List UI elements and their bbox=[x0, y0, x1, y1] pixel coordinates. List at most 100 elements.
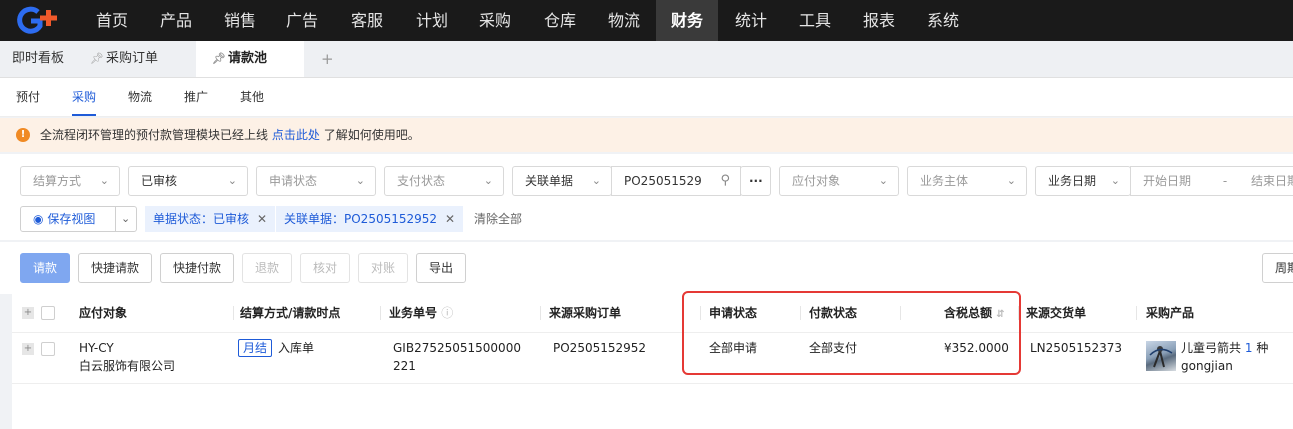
select-placeholder: 申请状态 bbox=[269, 174, 318, 188]
related-doc-type-select[interactable]: 关联单据 ⌄ bbox=[512, 166, 612, 196]
related-doc-input[interactable]: PO25051529 ⚲ bbox=[611, 166, 741, 196]
select-placeholder: 业务主体 bbox=[920, 174, 969, 188]
notice-text-before: 全流程闭环管理的预付款管理模块已经上线 bbox=[40, 128, 269, 142]
apply-status-select[interactable]: 申请状态 ⌄ bbox=[256, 166, 376, 196]
nav-item-home[interactable]: 首页 bbox=[82, 0, 142, 41]
settle-cell: 月结 入库单 bbox=[238, 339, 314, 357]
close-icon[interactable]: ✕ bbox=[445, 212, 455, 226]
more-options-button[interactable]: ··· bbox=[740, 166, 771, 196]
request-button[interactable]: 请款 bbox=[20, 253, 70, 283]
header-product[interactable]: 采购产品 bbox=[1146, 294, 1194, 332]
divider bbox=[540, 306, 541, 320]
table-row[interactable]: + HY-CY 白云服饰有限公司 月结 入库单 GIB27525051500000… bbox=[12, 333, 1293, 384]
nav-item-warehouse[interactable]: 仓库 bbox=[530, 0, 590, 41]
tab-purchase-orders[interactable]: 📌︎ 采购订单 bbox=[90, 41, 158, 77]
nav-item-service[interactable]: 客服 bbox=[337, 0, 397, 41]
nav-item-finance[interactable]: 财务 bbox=[656, 0, 718, 41]
header-settle[interactable]: 结算方式/请款时点 bbox=[240, 294, 340, 332]
chevron-down-icon[interactable]: ⌄ bbox=[121, 207, 130, 231]
search-icon[interactable]: ⚲ bbox=[720, 167, 730, 195]
biz-no-line: 221 bbox=[393, 359, 416, 373]
close-icon[interactable]: ✕ bbox=[257, 212, 267, 226]
top-nav: 首页 产品 销售 广告 客服 计划 采购 仓库 物流 财务 统计 工具 报表 系… bbox=[0, 0, 1293, 41]
chevron-down-icon: ⌄ bbox=[1006, 174, 1016, 187]
quick-pay-button[interactable]: 快捷付款 bbox=[160, 253, 234, 283]
start-date[interactable]: 开始日期 bbox=[1143, 174, 1191, 188]
subtab-other[interactable]: 其他 bbox=[240, 78, 264, 116]
verify-button[interactable]: 核对 bbox=[300, 253, 350, 283]
subtab-logistics[interactable]: 物流 bbox=[128, 78, 152, 116]
notice-link[interactable]: 点击此处 bbox=[272, 128, 320, 142]
entity-select[interactable]: 业务主体 ⌄ bbox=[907, 166, 1027, 196]
header-payee[interactable]: 应付对象 bbox=[79, 294, 127, 332]
tab-payment-pool[interactable]: 📌︎ 请款池 bbox=[196, 41, 304, 77]
nav-item-reports[interactable]: 报表 bbox=[849, 0, 909, 41]
nav-item-system[interactable]: 系统 bbox=[913, 0, 973, 41]
nav-item-stats[interactable]: 统计 bbox=[721, 0, 781, 41]
nav-item-sales[interactable]: 销售 bbox=[210, 0, 270, 41]
chevron-down-icon: ⌄ bbox=[591, 174, 601, 187]
subtab-promotion[interactable]: 推广 bbox=[184, 78, 208, 116]
divider bbox=[233, 306, 234, 320]
warning-icon: ! bbox=[16, 128, 30, 142]
highlight-box bbox=[682, 291, 1021, 375]
date-type-select[interactable]: 业务日期 ⌄ bbox=[1035, 166, 1131, 196]
pin-icon[interactable]: 📌︎ bbox=[212, 41, 226, 77]
audit-status-select[interactable]: 已审核 ⌄ bbox=[128, 166, 248, 196]
product-sku: gongjian bbox=[1181, 359, 1233, 373]
product-count-link[interactable]: 1 bbox=[1245, 341, 1253, 355]
product-unit: 种 bbox=[1256, 341, 1269, 355]
date-separator: - bbox=[1222, 174, 1228, 188]
filter-panel: 结算方式 ⌄ 已审核 ⌄ 申请状态 ⌄ 支付状态 ⌄ 关联单据 ⌄ PO25051529 ⚲… bbox=[0, 154, 1293, 240]
product-thumbnail[interactable] bbox=[1146, 341, 1176, 371]
biz-no-line: GIB27525051500000 bbox=[393, 341, 521, 355]
reconcile-button[interactable]: 对账 bbox=[358, 253, 408, 283]
pay-status-select[interactable]: 支付状态 ⌄ bbox=[384, 166, 504, 196]
nav-item-ads[interactable]: 广告 bbox=[272, 0, 332, 41]
save-view-group: ◉ 保存视图 ⌄ bbox=[20, 206, 137, 232]
settle-badge: 月结 bbox=[238, 339, 273, 357]
src-delivery-link[interactable]: LN2505152373 bbox=[1030, 339, 1122, 357]
select-value: 业务日期 bbox=[1048, 174, 1097, 188]
help-icon[interactable]: ⓘ bbox=[441, 306, 453, 320]
product-cell: 儿童弓箭共 1 种 gongjian bbox=[1181, 339, 1268, 375]
more-icon: ··· bbox=[749, 174, 763, 188]
biz-no-link[interactable]: GIB27525051500000 221 bbox=[393, 339, 521, 375]
nav-item-logistics[interactable]: 物流 bbox=[594, 0, 654, 41]
nav-item-tools[interactable]: 工具 bbox=[785, 0, 845, 41]
src-po-link[interactable]: PO2505152952 bbox=[553, 339, 646, 357]
filter-tag-related: 关联单据：PO2505152952 ✕ bbox=[276, 206, 464, 232]
select-all-checkbox[interactable] bbox=[41, 306, 55, 320]
subtab-prepay[interactable]: 预付 bbox=[16, 78, 40, 116]
payee-cell: HY-CY 白云服饰有限公司 bbox=[79, 339, 175, 375]
refund-button[interactable]: 退款 bbox=[242, 253, 292, 283]
end-date[interactable]: 结束日期 bbox=[1251, 174, 1293, 188]
export-button[interactable]: 导出 bbox=[416, 253, 466, 283]
notice-text-after: 了解如何使用吧。 bbox=[323, 128, 420, 142]
header-src-delivery[interactable]: 来源交货单 bbox=[1026, 294, 1086, 332]
save-view-button[interactable]: ◉ 保存视图 bbox=[33, 207, 95, 231]
select-placeholder: 结算方式 bbox=[33, 174, 82, 188]
nav-item-plan[interactable]: 计划 bbox=[402, 0, 462, 41]
subtab-purchase[interactable]: 采购 bbox=[72, 78, 97, 116]
divider bbox=[115, 207, 116, 231]
row-checkbox[interactable] bbox=[41, 342, 55, 356]
table-header: + 应付对象 结算方式/请款时点 业务单号 ⓘ 来源采购订单 申请状态 付款状态… bbox=[12, 294, 1293, 333]
pin-icon[interactable]: 📌︎ bbox=[90, 41, 104, 77]
expand-all-icon[interactable]: + bbox=[22, 307, 34, 319]
header-biz-no[interactable]: 业务单号 ⓘ bbox=[389, 294, 453, 332]
date-range-picker[interactable]: 开始日期 - 结束日期 bbox=[1130, 166, 1293, 196]
settlement-select[interactable]: 结算方式 ⌄ bbox=[20, 166, 120, 196]
nav-item-product[interactable]: 产品 bbox=[146, 0, 206, 41]
expand-row-icon[interactable]: + bbox=[22, 343, 34, 355]
payee-select[interactable]: 应付对象 ⌄ bbox=[779, 166, 899, 196]
nav-item-purchase[interactable]: 采购 bbox=[465, 0, 525, 41]
app-logo[interactable] bbox=[16, 6, 64, 36]
tab-dashboard[interactable]: 即时看板 bbox=[12, 41, 64, 77]
payee-code: HY-CY bbox=[79, 341, 114, 355]
add-tab-button[interactable]: + bbox=[321, 41, 334, 77]
header-src-po[interactable]: 来源采购订单 bbox=[549, 294, 621, 332]
quick-request-button[interactable]: 快捷请款 bbox=[78, 253, 152, 283]
clear-all-link[interactable]: 清除全部 bbox=[474, 206, 522, 232]
period-button[interactable]: 周期 bbox=[1262, 253, 1293, 283]
